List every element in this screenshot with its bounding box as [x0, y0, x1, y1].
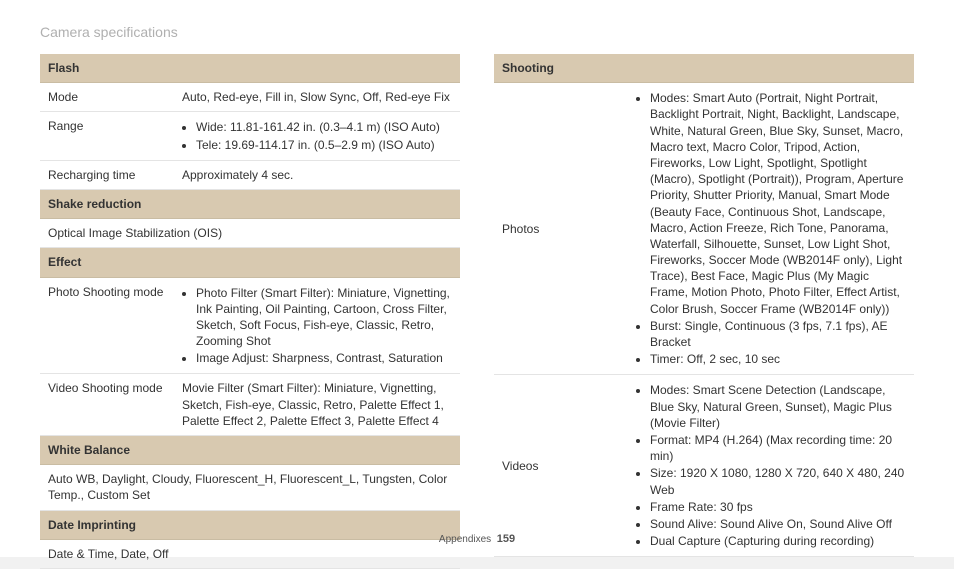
effect-video-label: Video Shooting mode — [40, 374, 174, 436]
effect-photo-label: Photo Shooting mode — [40, 277, 174, 374]
flash-range-value: Wide: 11.81-161.42 in. (0.3–4.1 m) (ISO … — [174, 112, 460, 160]
effect-photo-row: Photo Shooting mode Photo Filter (Smart … — [40, 277, 460, 374]
footer-page-number: 159 — [497, 533, 515, 545]
shooting-photos-label: Photos — [494, 83, 628, 375]
shooting-videos-value: Modes: Smart Scene Detection (Landscape,… — [628, 375, 914, 557]
effect-photo-value: Photo Filter (Smart Filter): Miniature, … — [174, 277, 460, 374]
videos-sound: Sound Alive: Sound Alive On, Sound Alive… — [650, 516, 906, 532]
section-flash-header: Flash — [40, 54, 460, 83]
effect-video-value: Movie Filter (Smart Filter): Miniature, … — [174, 374, 460, 436]
flash-mode-row: Mode Auto, Red-eye, Fill in, Slow Sync, … — [40, 83, 460, 112]
videos-modes: Modes: Smart Scene Detection (Landscape,… — [650, 382, 906, 431]
shooting-photos-value: Modes: Smart Auto (Portrait, Night Portr… — [628, 83, 914, 375]
wb-value-row: Auto WB, Daylight, Cloudy, Fluorescent_H… — [40, 465, 460, 510]
right-table: Shooting Photos Modes: Smart Auto (Portr… — [494, 54, 914, 557]
flash-range-tele: Tele: 19.69-114.17 in. (0.5–2.9 m) (ISO … — [196, 137, 452, 153]
section-shake-header: Shake reduction — [40, 189, 460, 218]
shooting-videos-row: Videos Modes: Smart Scene Detection (Lan… — [494, 375, 914, 557]
effect-video-row: Video Shooting mode Movie Filter (Smart … — [40, 374, 460, 436]
flash-recharge-row: Recharging time Approximately 4 sec. — [40, 160, 460, 189]
section-flash: Flash — [40, 54, 460, 83]
photos-timer: Timer: Off, 2 sec, 10 sec — [650, 351, 906, 367]
section-shake: Shake reduction — [40, 189, 460, 218]
photos-modes: Modes: Smart Auto (Portrait, Night Portr… — [650, 90, 906, 317]
shooting-photos-row: Photos Modes: Smart Auto (Portrait, Nigh… — [494, 83, 914, 375]
flash-recharge-value: Approximately 4 sec. — [174, 160, 460, 189]
photos-burst: Burst: Single, Continuous (3 fps, 7.1 fp… — [650, 318, 906, 350]
videos-framerate: Frame Rate: 30 fps — [650, 499, 906, 515]
right-column: Shooting Photos Modes: Smart Auto (Portr… — [494, 54, 914, 569]
footer-section: Appendixes — [439, 534, 491, 545]
effect-photo-filter: Photo Filter (Smart Filter): Miniature, … — [196, 285, 452, 350]
shooting-videos-label: Videos — [494, 375, 628, 557]
columns: Flash Mode Auto, Red-eye, Fill in, Slow … — [40, 54, 914, 569]
shake-value: Optical Image Stabilization (OIS) — [40, 219, 460, 248]
effect-image-adjust: Image Adjust: Sharpness, Contrast, Satur… — [196, 350, 452, 366]
section-effect: Effect — [40, 248, 460, 277]
page-footer: Appendixes 159 — [0, 533, 954, 545]
flash-mode-label: Mode — [40, 83, 174, 112]
wb-value: Auto WB, Daylight, Cloudy, Fluorescent_H… — [40, 465, 460, 510]
section-effect-header: Effect — [40, 248, 460, 277]
page-title: Camera specifications — [40, 24, 914, 40]
section-wb: White Balance — [40, 436, 460, 465]
shake-value-row: Optical Image Stabilization (OIS) — [40, 219, 460, 248]
videos-size: Size: 1920 X 1080, 1280 X 720, 640 X 480… — [650, 465, 906, 497]
left-table: Flash Mode Auto, Red-eye, Fill in, Slow … — [40, 54, 460, 569]
videos-format: Format: MP4 (H.264) (Max recording time:… — [650, 432, 906, 464]
section-shooting-header: Shooting — [494, 54, 914, 83]
section-shooting: Shooting — [494, 54, 914, 83]
left-column: Flash Mode Auto, Red-eye, Fill in, Slow … — [40, 54, 460, 569]
flash-range-row: Range Wide: 11.81-161.42 in. (0.3–4.1 m)… — [40, 112, 460, 160]
section-wb-header: White Balance — [40, 436, 460, 465]
spec-page: Camera specifications Flash Mode Auto, R… — [0, 0, 954, 557]
flash-recharge-label: Recharging time — [40, 160, 174, 189]
flash-range-wide: Wide: 11.81-161.42 in. (0.3–4.1 m) (ISO … — [196, 119, 452, 135]
flash-range-label: Range — [40, 112, 174, 160]
flash-mode-value: Auto, Red-eye, Fill in, Slow Sync, Off, … — [174, 83, 460, 112]
